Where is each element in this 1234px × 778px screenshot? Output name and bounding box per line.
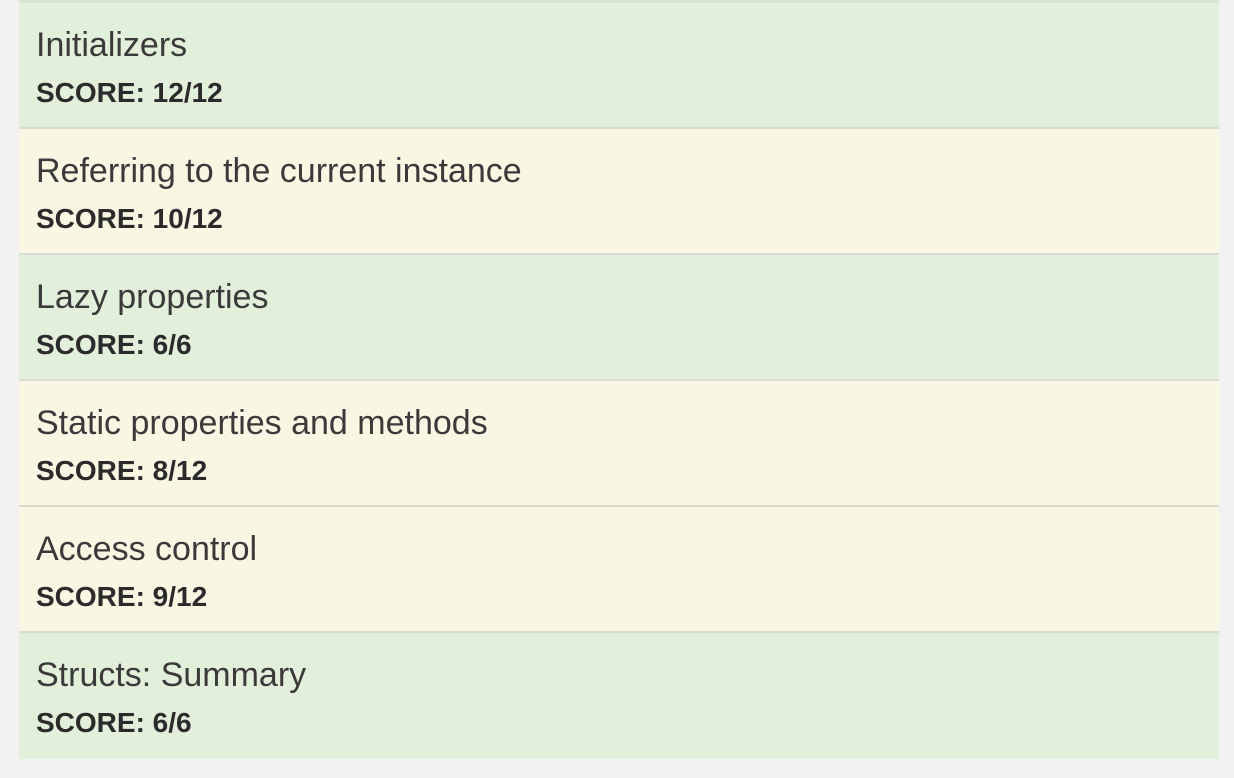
- lesson-title: Access control: [36, 530, 258, 568]
- lesson-title: Static properties and methods: [36, 404, 488, 442]
- lesson-title: Referring to the current instance: [36, 152, 522, 190]
- lesson-title: Structs: Summary: [36, 656, 307, 694]
- list-item-initializers[interactable]: Initializers SCORE: 12/12: [19, 3, 1219, 129]
- lesson-score: SCORE: 12/12: [36, 77, 223, 108]
- lesson-title: Initializers: [36, 26, 188, 64]
- list-item-lazy-properties[interactable]: Lazy properties SCORE: 6/6: [19, 255, 1219, 381]
- lesson-score: SCORE: 6/6: [36, 329, 192, 360]
- lesson-score: SCORE: 9/12: [36, 581, 208, 612]
- list-item-structs-summary[interactable]: Structs: Summary SCORE: 6/6: [19, 633, 1219, 759]
- list-item-referring-to-current-instance[interactable]: Referring to the current instance SCORE:…: [19, 129, 1219, 255]
- list-item-static-properties-and-methods[interactable]: Static properties and methods SCORE: 8/1…: [19, 381, 1219, 507]
- list-item-access-control[interactable]: Access control SCORE: 9/12: [19, 507, 1219, 633]
- lesson-score: SCORE: 10/12: [36, 203, 223, 234]
- lesson-title: Lazy properties: [36, 278, 269, 316]
- lesson-score: SCORE: 6/6: [36, 707, 192, 738]
- lesson-score: SCORE: 8/12: [36, 455, 208, 486]
- lesson-list: Initializers SCORE: 12/12 Referring to t…: [19, 0, 1219, 759]
